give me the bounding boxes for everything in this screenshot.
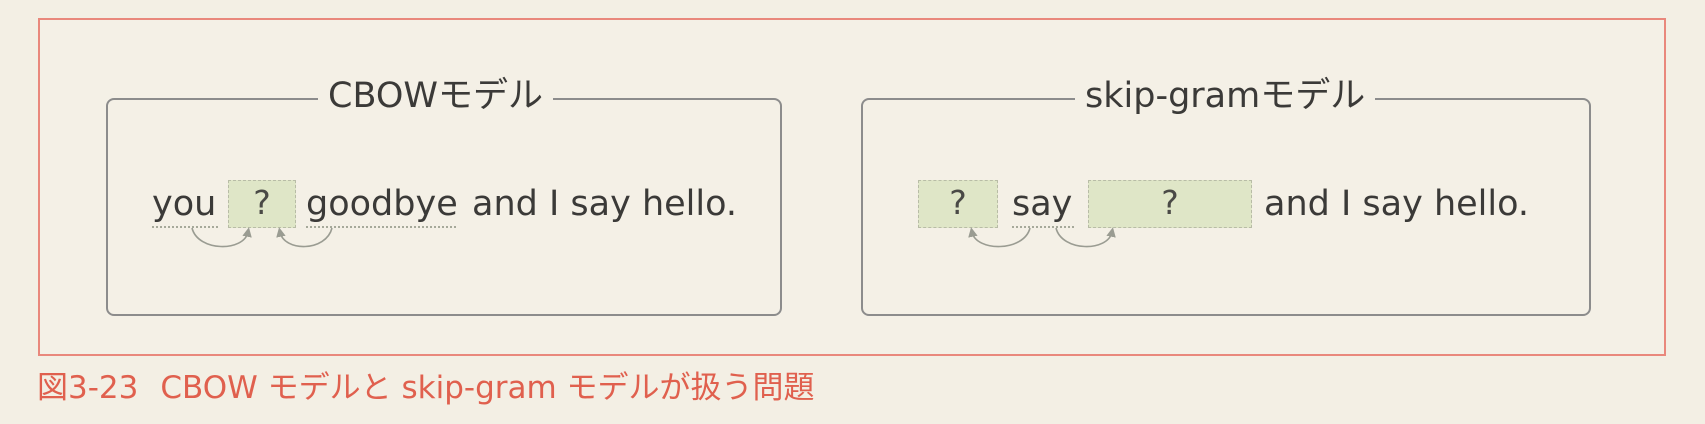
skipgram-center-word-say: say [1012,184,1073,224]
cbow-context-underline-left [152,226,218,228]
cbow-target-box: ? [228,180,296,228]
skipgram-left-target-word: ? [949,183,967,222]
cbow-context-word-goodbye: goodbye [306,184,458,224]
skipgram-center-underline [1012,226,1074,228]
skipgram-rest-of-sentence: and I say hello. [1264,184,1530,224]
cbow-context-word-you: you [152,184,217,224]
cbow-rest-of-sentence: and I say hello. [472,184,738,224]
skipgram-panel-title: skip-gramモデル [1075,72,1376,120]
cbow-context-underline-right [306,226,456,228]
skipgram-left-target-box: ? [918,180,998,228]
figure-number: 図3-23 [37,370,139,406]
skipgram-right-target-word: ? [1161,183,1179,222]
cbow-panel-title: CBOWモデル [318,72,553,120]
figure-caption-text: CBOW モデルと skip-gram モデルが扱う問題 [160,370,815,406]
skipgram-right-target-box: ? [1088,180,1252,228]
cbow-target-word: ? [253,183,271,222]
figure-caption: 図3-23 CBOW モデルと skip-gram モデルが扱う問題 [37,366,815,410]
